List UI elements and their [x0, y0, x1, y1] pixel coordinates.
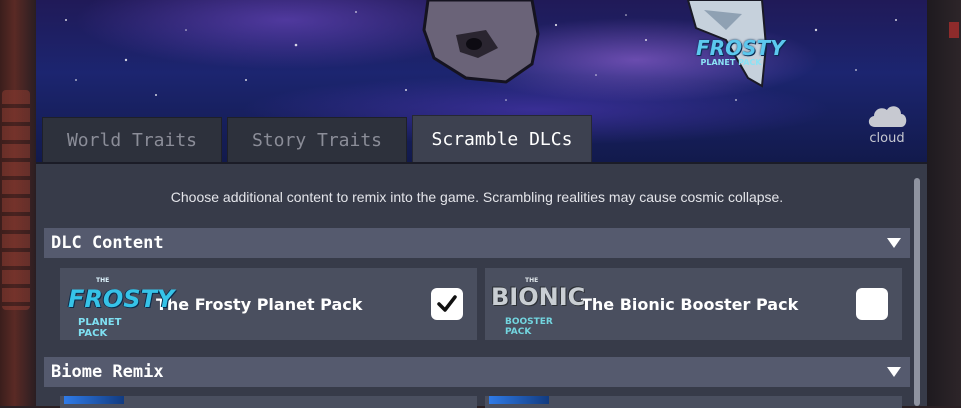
section-title: DLC Content [51, 233, 164, 253]
background-scene-right [927, 0, 961, 406]
frosty-banner-logo: FROSTY PLANET PACK [696, 36, 785, 67]
biome-card-partial-right[interactable] [485, 396, 902, 408]
background-scene-left [0, 0, 36, 406]
description-text: Choose additional content to remix into … [170, 189, 784, 205]
tab-bar: World Traits Story Traits Scramble DLCs [42, 115, 592, 162]
checkmark-icon [437, 295, 457, 312]
section-title: Biome Remix [51, 362, 164, 382]
tab-label: Scramble DLCs [431, 128, 573, 150]
cloud-icon [868, 106, 907, 127]
biome-thumbnail [64, 396, 124, 404]
collapse-arrow-icon[interactable] [887, 367, 901, 377]
dlc-checkbox-bionic[interactable] [856, 288, 888, 320]
dlc-name: The Frosty Planet Pack [156, 294, 363, 314]
dlc-card-bionic[interactable]: THE BIONIC BOOSTER PACK The Bionic Boost… [485, 268, 902, 340]
tab-story-traits[interactable]: Story Traits [227, 117, 407, 162]
banner-art: FROSTY PLANET PACK World Traits Story Tr… [36, 0, 927, 164]
cloud-save-indicator[interactable]: cloud [862, 103, 912, 146]
tab-label: World Traits [66, 129, 198, 151]
biome-card-partial-left[interactable] [60, 396, 477, 408]
background-marker [949, 22, 959, 38]
dlc-checkbox-frosty[interactable] [431, 288, 463, 320]
tab-label: Story Traits [251, 129, 383, 151]
scramble-window: FROSTY PLANET PACK World Traits Story Tr… [36, 0, 927, 408]
section-header-biome-remix[interactable]: Biome Remix [44, 357, 910, 387]
content-scrollbar[interactable] [914, 178, 920, 406]
tab-scramble-dlcs[interactable]: Scramble DLCs [412, 115, 592, 162]
tab-world-traits[interactable]: World Traits [42, 117, 222, 162]
dlc-card-frosty[interactable]: THE FROSTY PLANET PACK The Frosty Planet… [60, 268, 477, 340]
scramble-content: Choose additional content to remix into … [36, 172, 927, 406]
frosty-pack-logo: THE FROSTY PLANET PACK [68, 277, 175, 339]
biome-thumbnail [489, 396, 549, 404]
dlc-name: The Bionic Booster Pack [581, 294, 799, 314]
cloud-label: cloud [869, 131, 905, 146]
section-header-dlc-content[interactable]: DLC Content [44, 228, 910, 258]
bionic-pack-logo: THE BIONIC BOOSTER PACK [491, 277, 586, 337]
collapse-arrow-icon[interactable] [887, 238, 901, 248]
